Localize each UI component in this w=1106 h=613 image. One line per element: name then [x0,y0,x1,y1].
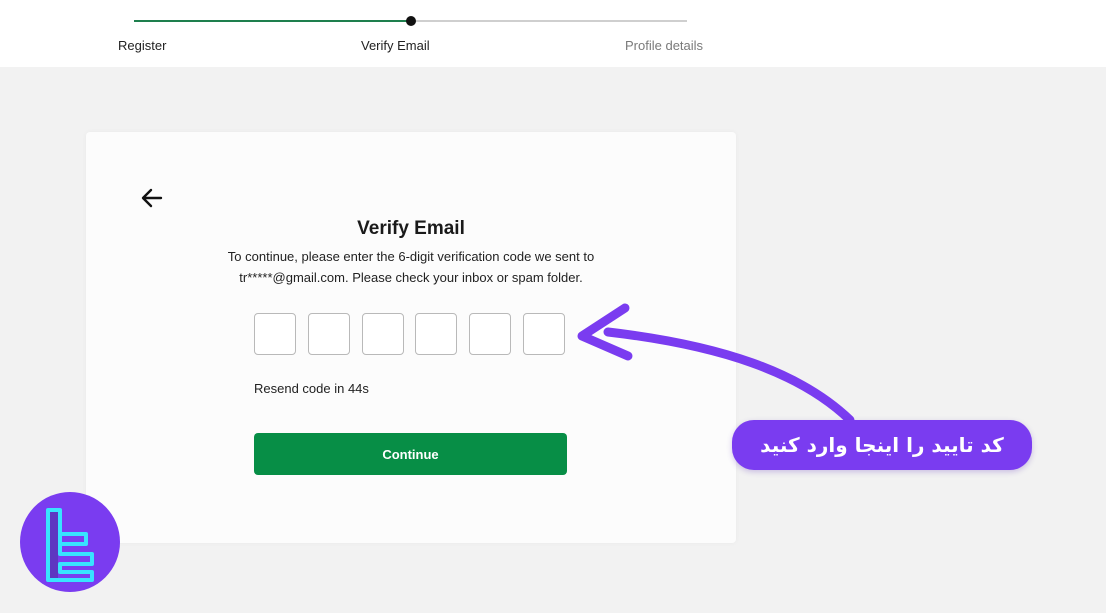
current-step-indicator [406,16,416,26]
step-verify-email: Verify Email [361,38,430,53]
code-digit-5[interactable] [469,313,511,355]
brand-logo-icon [20,492,120,592]
logo-mark-icon [46,508,94,582]
back-button[interactable] [138,184,166,212]
back-arrow-icon [141,188,163,208]
code-digit-1[interactable] [254,313,296,355]
resend-countdown: Resend code in 44s [254,381,369,396]
step-register: Register [118,38,167,53]
continue-button[interactable]: Continue [254,433,567,475]
callout-text: کد تایید را اینجا وارد کنید [760,433,1004,457]
verify-email-card: Verify Email To continue, please enter t… [86,132,736,543]
code-digit-6[interactable] [523,313,565,355]
page-title: Verify Email [357,218,465,239]
code-digit-2[interactable] [308,313,350,355]
progress-track-completed [134,20,411,22]
progress-track-remaining [411,20,687,22]
step-profile-details: Profile details [625,38,704,53]
annotation-callout: کد تایید را اینجا وارد کنید [732,420,1032,470]
verification-code-inputs [254,313,574,357]
instruction-text: To continue, please enter the 6-digit ve… [227,249,595,285]
code-digit-4[interactable] [415,313,457,355]
code-digit-3[interactable] [362,313,404,355]
signup-progress-header: Register Verify Email Profile details [0,0,1106,67]
